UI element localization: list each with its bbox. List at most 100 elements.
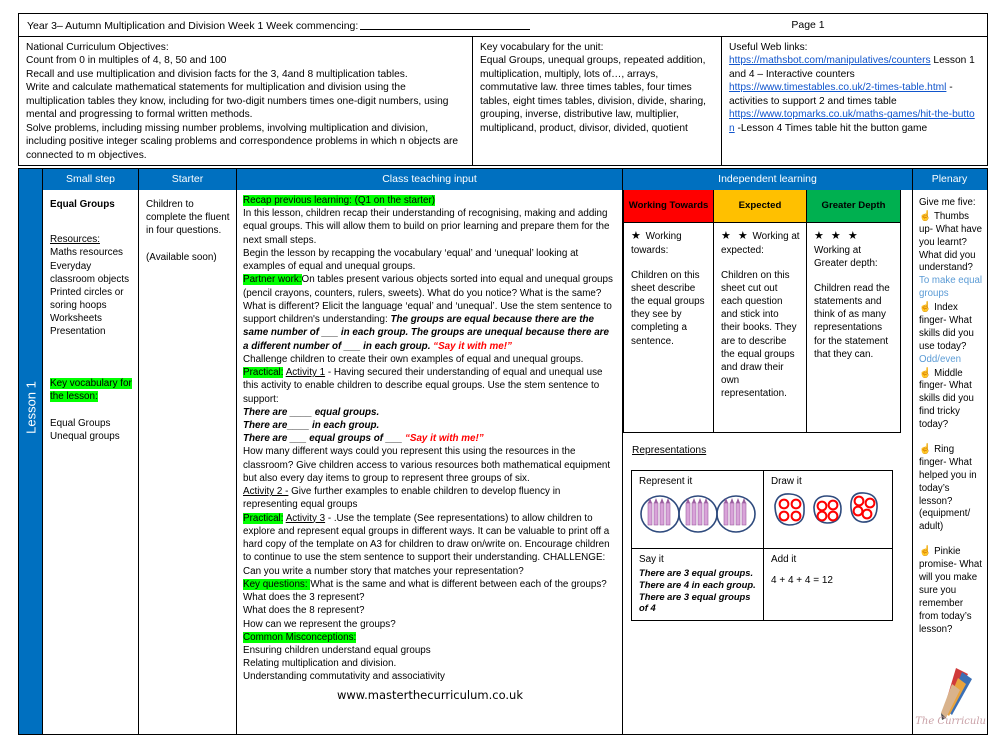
- column-header-lesson: [19, 169, 43, 190]
- band-spacer-3: [814, 270, 894, 282]
- plenary-answer-2: Odd/even: [919, 353, 962, 365]
- key-question-4: How can we represent the groups?: [243, 618, 396, 630]
- lesson-plan-page: Year 3– Autumn Multiplication and Divisi…: [0, 0, 1000, 750]
- website-url: www.masterthecurriculum.co.uk: [336, 687, 524, 702]
- plenary-prompt-4: Ring finger- What helped you in today’s …: [919, 444, 977, 533]
- web-link-3-note: -Lesson 4 Times table hit the button gam…: [734, 122, 928, 134]
- table-header-row: Small step Starter Class teaching input …: [19, 169, 987, 190]
- web-link-1[interactable]: https://mathsbot.com/manipulatives/count…: [729, 55, 931, 66]
- draw-it-label: Draw it: [771, 476, 802, 487]
- class-para-4: Challenge children to create their own e…: [243, 353, 584, 365]
- say-it-with-me-1: “Say it with me!”: [433, 340, 512, 352]
- small-step-cell: Equal Groups Resources: Maths resources …: [43, 190, 139, 734]
- star-icon-group-1: ★: [631, 230, 643, 242]
- column-header-starter: Starter: [139, 169, 237, 190]
- key-question-3: What does the 8 represent?: [243, 605, 365, 617]
- table-body-row: Lesson 1 Equal Groups Resources: Maths r…: [19, 190, 987, 734]
- web-link-2[interactable]: https://www.timestables.co.uk/2-times-ta…: [729, 82, 946, 93]
- hand-icon-3: ☝: [919, 367, 932, 379]
- resources-list: Maths resources Everyday classroom objec…: [50, 247, 130, 338]
- plenary-cell: Give me five: ☝ Thumbs up- What have you…: [913, 190, 986, 734]
- misconceptions-tag: Common Misconceptions:: [243, 631, 357, 643]
- representations-row-bottom: Say it There are 3 equal groups. There a…: [632, 549, 892, 620]
- say-it-line-3: There are 3 equal groups of 4: [639, 590, 751, 614]
- band-header-greater-depth: Greater Depth: [807, 190, 901, 223]
- plenary-prompt-5: Pinkie promise- What will you make sure …: [919, 546, 982, 635]
- activity2-para: Activity 2 - Give further examples to en…: [243, 485, 617, 511]
- vocab-heading: Key vocabulary for the unit:: [480, 42, 604, 53]
- crayon-groups-illustration: [640, 495, 756, 533]
- band-header-working-towards: Working Towards: [623, 190, 714, 223]
- activity-3-label: Activity 3: [285, 512, 326, 524]
- web-link-row-2: https://www.timestables.co.uk/2-times-ta…: [729, 81, 980, 108]
- lesson-vocab-items: Equal Groups Unequal groups: [50, 417, 120, 443]
- band-spacer-2: [721, 257, 800, 269]
- nc-line-4: Solve problems, including missing number…: [26, 122, 459, 161]
- say-it-label: Say it: [639, 554, 664, 565]
- small-step-spacer-2: [50, 403, 133, 417]
- vocab-body: Equal Groups, unequal groups, repeated a…: [480, 55, 706, 134]
- column-header-class-teaching-input: Class teaching input: [237, 169, 623, 190]
- add-it-label: Add it: [770, 554, 797, 565]
- star-icon-group-2: ★ ★: [721, 230, 750, 242]
- plenary-answer-1: To make equal groups: [919, 275, 983, 300]
- plenary-item-3: ☝ Middle finger- What skills did you fin…: [919, 367, 982, 432]
- resources-heading: Resources:: [50, 234, 100, 246]
- band-stars-expected-wrap: ★ ★ Working at expected:: [721, 229, 800, 257]
- band-stars-greater-depth-wrap: ★ ★ ★: [814, 229, 894, 244]
- representations-title: Representations: [632, 445, 707, 456]
- useful-web-links: Useful Web links: https://mathsbot.com/m…: [722, 37, 986, 165]
- lesson-tab-label: Lesson 1: [23, 381, 38, 434]
- class-para-1: In this lesson, children recap their und…: [243, 208, 610, 246]
- starter-spacer: [146, 238, 230, 251]
- lesson-vocab-heading-wrap: Key vocabulary for the lesson:: [50, 377, 133, 403]
- nc-line-3: Write and calculate mathematical stateme…: [26, 82, 449, 121]
- starter-text: Children to complete the fluent in four …: [146, 199, 230, 237]
- brand-logo: Master The Curriculum: [913, 668, 986, 730]
- web-link-row-3: https://www.topmarks.co.uk/maths-games/h…: [729, 108, 980, 135]
- add-it-cell: Add it 4 + 4 + 4 = 12: [764, 549, 892, 620]
- plenary-item-5: ☝ Pinkie promise- What will you make sur…: [919, 545, 982, 636]
- key-questions-tag: Key questions:: [243, 578, 311, 590]
- practical-activity3-para: Practical: Activity 3 - .Use the templat…: [243, 512, 617, 578]
- practical-activity1-para: Practical: Activity 1 - Having secured t…: [243, 366, 617, 406]
- misconceptions-tag-wrap: Common Misconceptions:: [243, 631, 617, 644]
- misconception-3: Understanding commutativity and associat…: [243, 671, 445, 683]
- band-column-working-towards: ★ Working towards: Children on this shee…: [623, 223, 714, 433]
- independent-learning-cell: Working Towards Expected Greater Depth ★…: [623, 190, 913, 734]
- band-body-working-towards: Children on this sheet describe the equa…: [631, 269, 705, 347]
- say-it-line-2: There are 4 in each group.: [639, 578, 756, 590]
- page-header: Year 3– Autumn Multiplication and Divisi…: [18, 13, 988, 37]
- practical-tag-2: Practical:: [243, 512, 284, 524]
- hand-icon-5: ☝: [919, 546, 932, 558]
- nc-line-2: Recall and use multiplication and divisi…: [26, 68, 408, 80]
- band-body-expected: Children on this sheet cut out each ques…: [721, 269, 797, 400]
- key-question-1: What is the same and what is different b…: [310, 578, 607, 590]
- page-number: Page 1: [791, 19, 825, 31]
- plenary-spacer-2: [919, 534, 982, 545]
- column-header-plenary: Plenary: [931, 173, 968, 185]
- represent-it-label: Represent it: [639, 476, 693, 487]
- band-body-greater-depth: Children read the statements and think o…: [814, 282, 890, 360]
- hand-icon-1: ☝: [919, 210, 932, 222]
- lesson-tab: Lesson 1: [19, 190, 43, 734]
- national-curriculum-objectives: National Curriculum Objectives: Count fr…: [19, 37, 473, 165]
- plenary-item-2: ☝ Index finger- What skills did you use …: [919, 301, 982, 366]
- recap-tag: Recap previous learning: (Q1 on the star…: [243, 195, 436, 206]
- pencil-logo-icon: [941, 668, 972, 720]
- header-title-wrap: Year 3– Autumn Multiplication and Divisi…: [19, 19, 531, 32]
- web-link-row-1: https://mathsbot.com/manipulatives/count…: [729, 54, 980, 81]
- column-header-independent-learning: Independent learning: [623, 169, 913, 190]
- stem-line-a: There are ____ equal groups.: [243, 406, 380, 418]
- stem-line-b: There are____ in each group.: [243, 419, 380, 431]
- logo-script-text: Master The Curriculum: [913, 715, 986, 727]
- hand-icon-4: ☝: [919, 444, 932, 456]
- representations-row-top: Represent it Draw it: [632, 471, 892, 549]
- stem-line-c-para: There are ___ equal groups of ___ “Say i…: [243, 432, 617, 445]
- class-para-6: How many different ways could you repres…: [243, 446, 611, 484]
- attainment-band-headers: Working Towards Expected Greater Depth: [623, 190, 912, 223]
- starter-availability: (Available soon): [146, 251, 217, 263]
- say-it-with-me-2: “Say it with me!”: [404, 433, 484, 445]
- represent-it-cell: Represent it: [632, 471, 764, 548]
- column-header-small-step: Small step: [43, 169, 139, 190]
